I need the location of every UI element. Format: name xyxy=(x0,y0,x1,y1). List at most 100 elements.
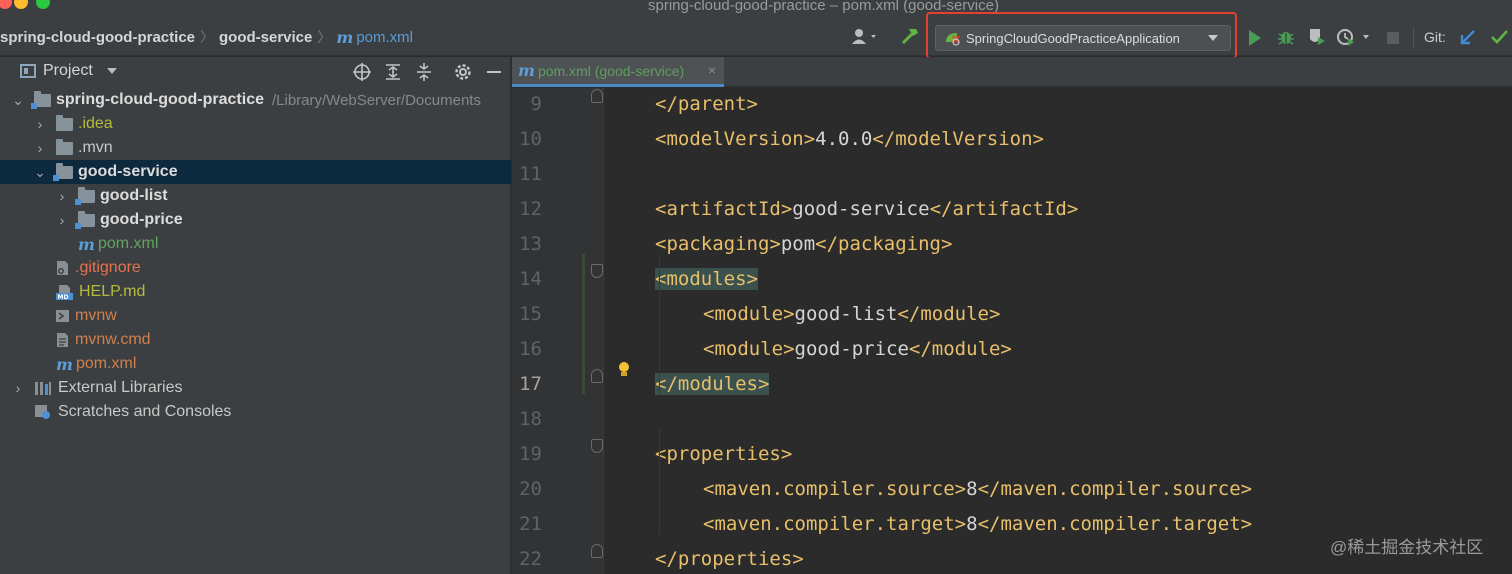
scratches-icon xyxy=(35,405,50,419)
minimize-window-button[interactable] xyxy=(14,0,28,9)
collapse-all-icon[interactable] xyxy=(415,62,433,82)
minimize-panel-icon[interactable] xyxy=(486,62,502,82)
user-icon[interactable] xyxy=(850,28,882,46)
tree-item-idea[interactable]: › .idea xyxy=(0,112,511,136)
fold-marker-icon[interactable] xyxy=(591,264,603,278)
run-configuration-dropdown[interactable]: SpringCloudGoodPracticeApplication xyxy=(935,25,1231,51)
xml-tag: <artifactId> xyxy=(655,198,793,220)
xml-tag: <modules> xyxy=(655,268,758,290)
debug-bug-icon[interactable] xyxy=(1276,27,1296,47)
code-line: <packaging>pom</packaging> xyxy=(655,233,952,255)
gitignore-file-icon xyxy=(57,261,68,275)
tree-item-scratches[interactable]: Scratches and Consoles xyxy=(0,400,511,424)
tree-item-good-service[interactable]: ⌄ good-service xyxy=(0,160,511,184)
code-line: <modules> xyxy=(655,268,758,290)
xml-tag: </module> xyxy=(897,303,1001,325)
spring-boot-app-icon xyxy=(946,33,960,46)
folder-icon xyxy=(56,114,73,131)
breadcrumb-module[interactable]: good-service xyxy=(219,29,312,46)
maven-file-icon: m xyxy=(78,234,95,254)
code-line: </modules> xyxy=(655,373,770,395)
fold-marker-icon[interactable] xyxy=(591,369,603,383)
tree-item-mvnw-cmd[interactable]: mvnw.cmd xyxy=(0,328,511,352)
tree-item-module-pom[interactable]: m pom.xml xyxy=(0,232,511,256)
run-icon[interactable] xyxy=(1247,29,1263,47)
chevron-right-icon[interactable]: › xyxy=(55,212,69,228)
expand-all-icon[interactable] xyxy=(384,62,402,82)
line-number: 15 xyxy=(519,303,542,325)
breadcrumb: spring-cloud-good-practice 〉 good-servic… xyxy=(0,27,413,47)
build-hammer-icon[interactable] xyxy=(900,26,920,46)
tree-item-project-root[interactable]: ⌄ spring-cloud-good-practice /Library/We… xyxy=(0,88,511,112)
shell-script-icon xyxy=(56,310,69,322)
chevron-right-icon[interactable]: › xyxy=(33,116,47,132)
chevron-down-icon[interactable]: ⌄ xyxy=(33,164,47,181)
xml-tag: <module> xyxy=(703,303,795,325)
project-view-selector[interactable]: Project xyxy=(20,62,117,80)
vcs-change-marker[interactable] xyxy=(582,254,585,394)
run-with-coverage-icon[interactable] xyxy=(1306,27,1328,47)
svg-text:MD: MD xyxy=(58,294,69,300)
line-number: 13 xyxy=(519,233,542,255)
code-line: <artifactId>good-service</artifactId> xyxy=(655,198,1078,220)
code-line: </properties> xyxy=(655,548,804,570)
folder-icon xyxy=(56,138,73,155)
libraries-icon xyxy=(35,382,51,395)
tree-item-root-pom[interactable]: m pom.xml xyxy=(0,352,511,376)
git-update-arrow-icon[interactable] xyxy=(1459,28,1477,46)
line-number: 14 xyxy=(519,268,542,290)
gear-icon[interactable] xyxy=(454,62,472,82)
lightbulb-icon[interactable] xyxy=(618,362,630,378)
tree-item-mvn[interactable]: › .mvn xyxy=(0,136,511,160)
tree-item-good-list[interactable]: › good-list xyxy=(0,184,511,208)
line-number: 9 xyxy=(530,93,542,115)
breadcrumb-separator-icon: 〉 xyxy=(200,29,214,45)
locate-file-crosshair-icon[interactable] xyxy=(352,62,372,82)
xml-text: pom xyxy=(780,233,816,255)
tree-item-external-libraries[interactable]: › External Libraries xyxy=(0,376,511,400)
indent-guide xyxy=(659,429,660,534)
watermark: @稀土掘金技术社区 xyxy=(1330,538,1484,557)
xml-tag: <maven.compiler.target> xyxy=(703,513,967,535)
title-bar: spring-cloud-good-practice – pom.xml (go… xyxy=(0,0,1512,16)
tree-item-mvnw[interactable]: mvnw xyxy=(0,304,511,328)
maximize-window-button[interactable] xyxy=(36,0,50,9)
chevron-right-icon[interactable]: › xyxy=(33,140,47,156)
text-file-icon xyxy=(57,333,68,347)
run-configuration-label: SpringCloudGoodPracticeApplication xyxy=(966,30,1180,46)
breadcrumb-file[interactable]: pom.xml xyxy=(356,29,413,46)
tree-item-help-md[interactable]: MD HELP.md xyxy=(0,280,511,304)
project-panel-title: Project xyxy=(43,62,93,79)
xml-text: 8 xyxy=(966,478,978,500)
xml-text: 4.0.0 xyxy=(815,128,873,150)
close-icon[interactable]: × xyxy=(708,62,716,78)
xml-tag: <properties> xyxy=(655,443,793,465)
fold-marker-icon[interactable] xyxy=(591,89,603,103)
code-line: <modelVersion>4.0.0</modelVersion> xyxy=(655,128,1044,150)
chevron-down-icon[interactable]: ⌄ xyxy=(11,92,25,109)
fold-marker-icon[interactable] xyxy=(591,544,603,558)
line-number: 22 xyxy=(519,548,542,570)
module-folder-icon xyxy=(75,210,95,229)
line-number: 11 xyxy=(519,163,542,185)
line-number: 20 xyxy=(519,478,542,500)
editor-gutter: 9 10 11 12 13 14 15 16 17 18 19 20 21 22 xyxy=(512,88,604,574)
code-line: </parent> xyxy=(655,93,758,115)
stop-icon[interactable] xyxy=(1386,31,1400,45)
chevron-right-icon[interactable]: › xyxy=(55,188,69,204)
git-commit-check-icon[interactable] xyxy=(1490,28,1510,46)
xml-tag: </maven.compiler.target> xyxy=(977,513,1253,535)
code-editor[interactable]: 9 10 11 12 13 14 15 16 17 18 19 20 21 22 </parent> <mo… xyxy=(512,88,1512,574)
fold-marker-icon[interactable] xyxy=(591,439,603,453)
tree-item-gitignore[interactable]: .gitignore xyxy=(0,256,511,280)
markdown-file-icon: MD xyxy=(56,285,73,300)
breadcrumb-project[interactable]: spring-cloud-good-practice xyxy=(0,29,195,46)
line-number: 10 xyxy=(519,128,542,150)
xml-tag: <modelVersion> xyxy=(655,128,816,150)
tab-pom-xml[interactable]: m pom.xml (good-service) × xyxy=(512,57,724,87)
tree-item-good-price[interactable]: › good-price xyxy=(0,208,511,232)
profiler-icon[interactable] xyxy=(1336,27,1376,47)
project-panel-icon xyxy=(20,64,36,78)
chevron-right-icon[interactable]: › xyxy=(11,380,25,396)
close-window-button[interactable] xyxy=(0,0,12,9)
